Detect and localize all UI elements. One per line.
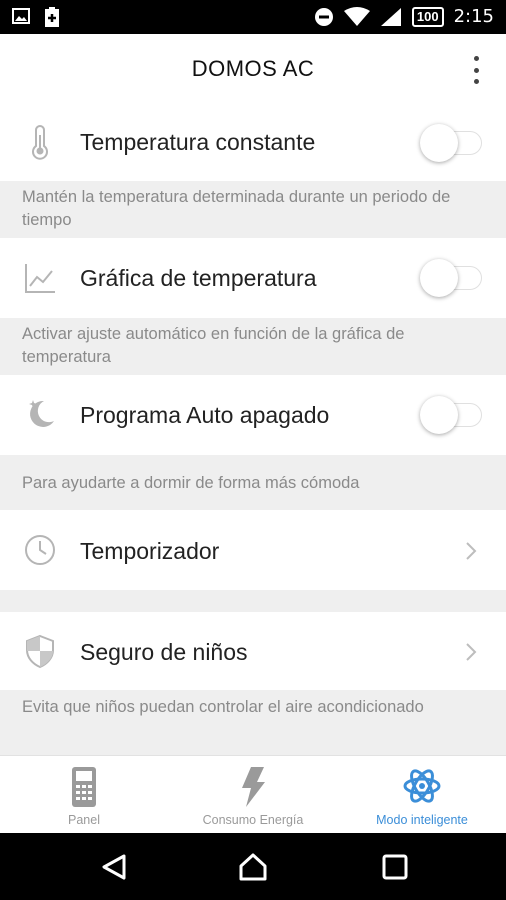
setting-description-constant-temp: Mantén la temperatura determinada durant… — [0, 181, 506, 238]
nav-item-smart-mode[interactable]: Modo inteligente — [338, 756, 506, 834]
setting-row-child-lock[interactable]: Seguro de niños — [0, 612, 506, 690]
moon-stars-icon — [29, 400, 54, 427]
nav-label-energy: Consumo Energía — [202, 813, 304, 827]
nav-label-panel: Panel — [68, 813, 100, 827]
battery-indicator: 100 — [411, 6, 444, 27]
setting-row-timer[interactable]: Temporizador — [0, 510, 506, 590]
chevron-right-icon — [466, 542, 477, 560]
image-icon — [12, 8, 30, 24]
setting-description-temp-graph: Activar ajuste automático en función de … — [0, 318, 506, 375]
bottom-nav: Panel Consumo Energía Modo inteligente — [0, 755, 506, 833]
battery-saver-icon — [45, 7, 59, 27]
page-title: DOMOS AC — [191, 56, 315, 81]
setting-label-temp-graph: Gráfica de temperatura — [80, 265, 317, 291]
system-nav-bar — [0, 833, 506, 900]
setting-label-child-lock: Seguro de niños — [80, 639, 248, 665]
more-vert-icon[interactable] — [464, 54, 488, 86]
setting-row-constant-temp: Temperatura constante — [0, 104, 506, 181]
clock-icon — [25, 535, 55, 565]
atom-icon — [403, 769, 441, 803]
constant-temp-toggle[interactable] — [420, 123, 484, 163]
recents-icon[interactable] — [381, 853, 409, 881]
signal-icon — [380, 7, 401, 26]
nav-item-panel[interactable]: Panel — [0, 756, 168, 834]
do-not-disturb-icon — [314, 7, 333, 26]
auto-off-toggle[interactable] — [420, 395, 484, 435]
back-icon[interactable] — [100, 853, 128, 881]
setting-label-timer: Temporizador — [80, 538, 220, 564]
lightning-icon — [242, 767, 265, 807]
setting-description-child-lock: Evita que niños puedan controlar el aire… — [0, 690, 506, 748]
home-icon[interactable] — [238, 853, 268, 881]
status-time: 2:15 — [453, 6, 494, 27]
thermometer-icon — [32, 125, 48, 160]
nav-label-smart-mode: Modo inteligente — [376, 813, 468, 827]
chevron-right-icon — [466, 643, 477, 661]
shield-icon — [26, 634, 54, 669]
setting-label-auto-off: Programa Auto apagado — [80, 402, 330, 428]
nav-item-energy[interactable]: Consumo Energía — [169, 756, 337, 834]
wifi-icon — [343, 6, 370, 26]
temp-graph-toggle[interactable] — [420, 258, 484, 298]
status-bar: 100 2:15 — [0, 0, 506, 34]
setting-label-constant-temp: Temperatura constante — [80, 129, 316, 155]
setting-row-temp-graph: Gráfica de temperatura — [0, 238, 506, 318]
setting-row-auto-off: Programa Auto apagado — [0, 375, 506, 455]
remote-control-icon — [72, 767, 96, 807]
setting-description-auto-off: Para ayudarte a dormir de forma más cómo… — [0, 455, 506, 510]
chart-line-icon — [25, 264, 55, 293]
app-header: DOMOS AC — [0, 34, 506, 104]
